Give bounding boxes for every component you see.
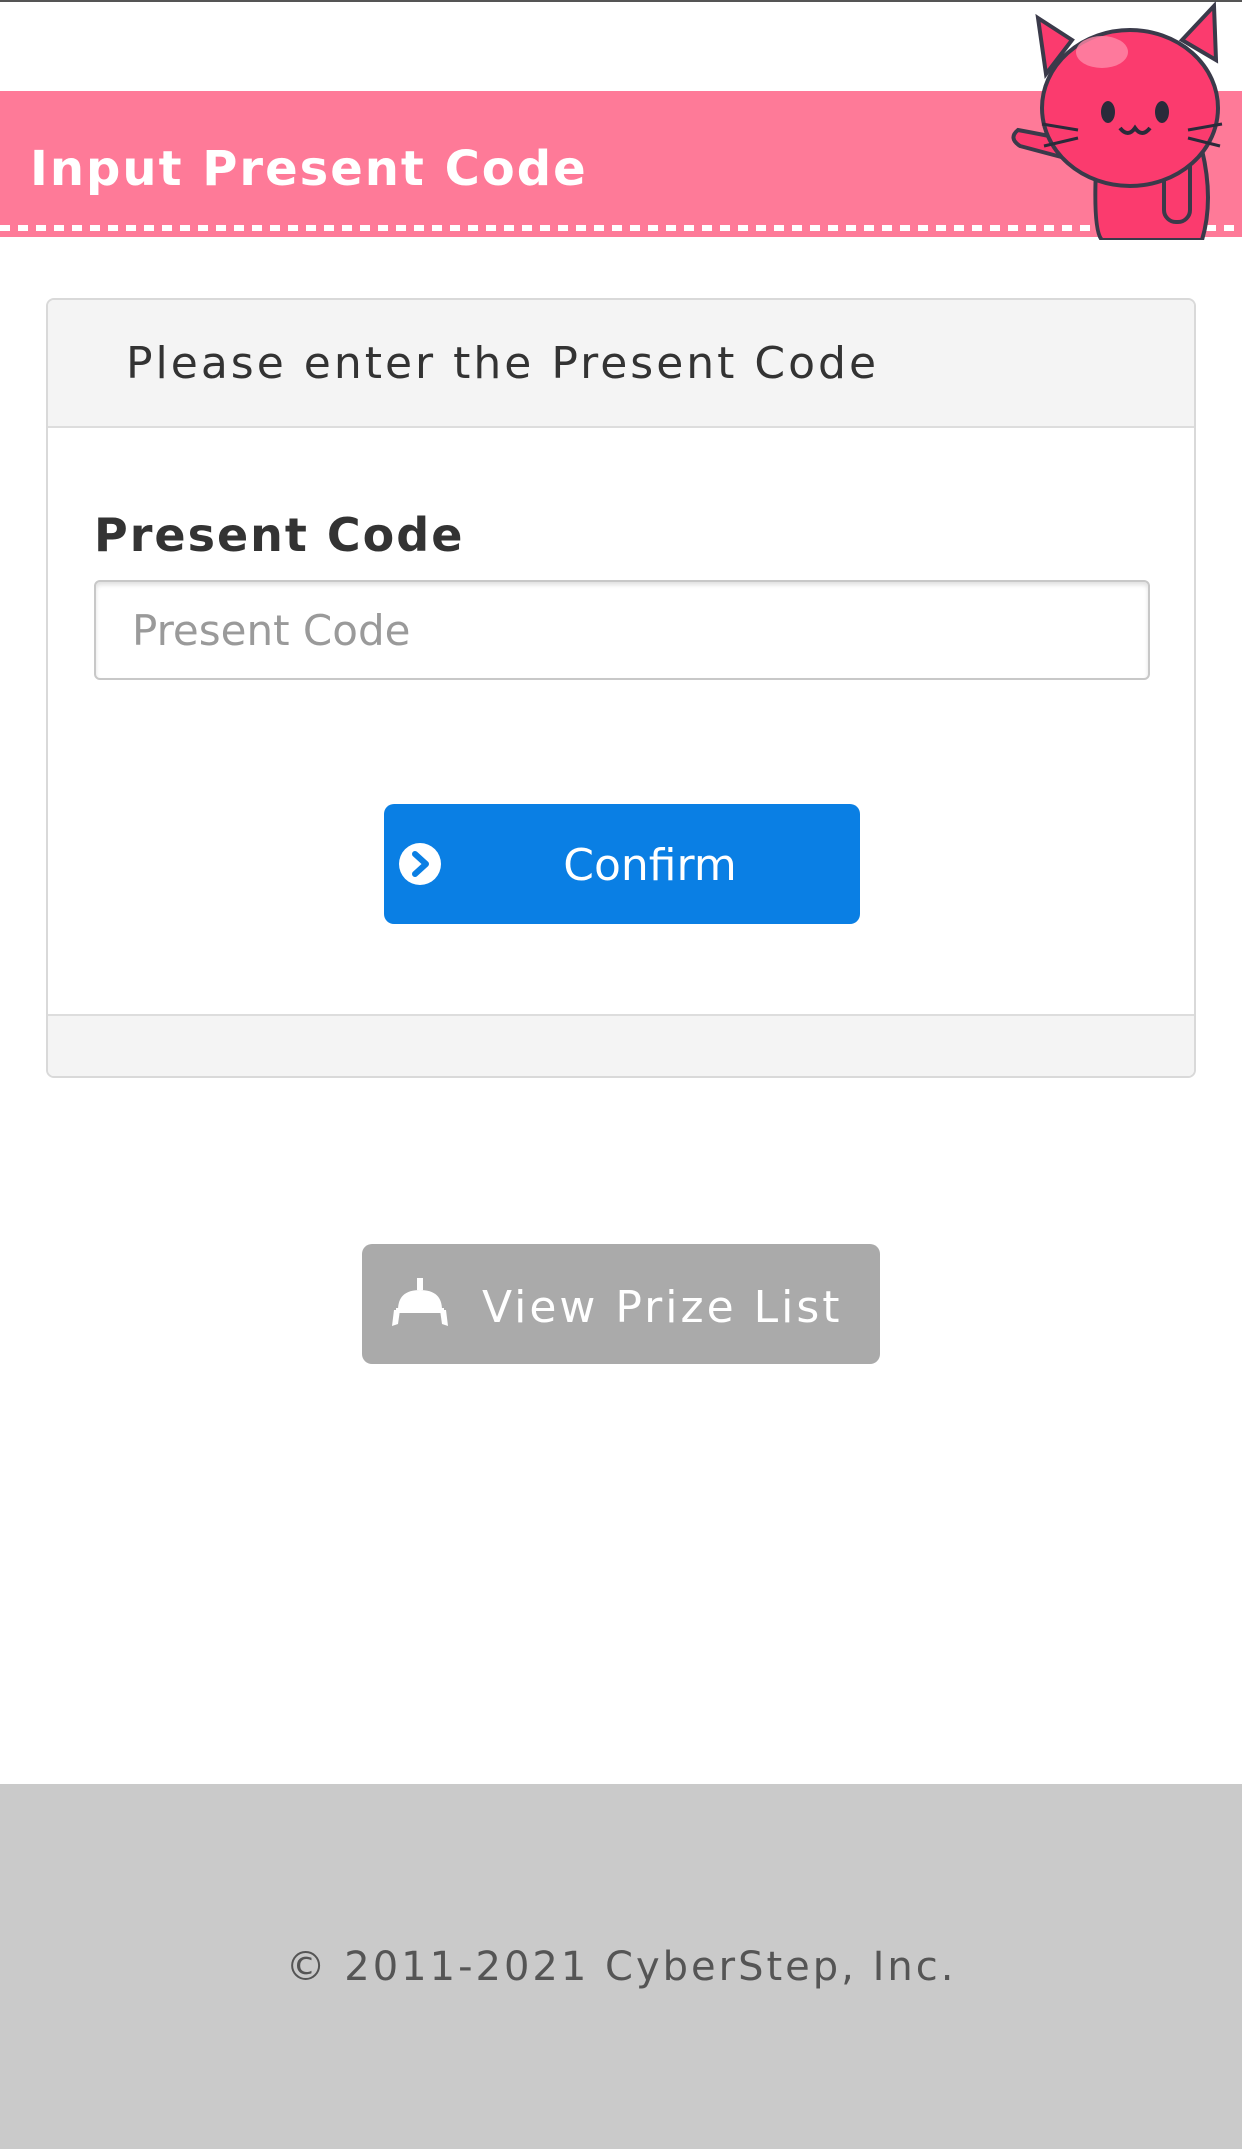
- crane-claw-icon: [392, 1278, 448, 1326]
- confirm-button[interactable]: Confirm: [384, 804, 860, 924]
- footer: © 2011-2021 CyberStep, Inc.: [0, 1784, 1242, 2149]
- panel-heading: Please enter the Present Code: [126, 337, 880, 389]
- cat-mascot-icon: [1011, 1, 1223, 240]
- panel-header: Please enter the Present Code: [48, 300, 1194, 428]
- page-title: Input Present Code: [30, 141, 588, 197]
- copyright-text: © 2011-2021 CyberStep, Inc.: [285, 1944, 957, 1990]
- present-code-panel: Please enter the Present Code Present Co…: [46, 298, 1196, 1078]
- confirm-label: Confirm: [563, 840, 737, 891]
- present-code-input[interactable]: [94, 580, 1150, 680]
- panel-body: Present Code Confirm: [48, 428, 1194, 1014]
- view-prize-list-button[interactable]: View Prize List: [362, 1244, 880, 1364]
- panel-footer: [48, 1014, 1194, 1076]
- page: Input Present Code Please enter the Pres…: [0, 0, 1242, 2149]
- view-prize-list-label: View Prize List: [482, 1282, 843, 1333]
- present-code-label: Present Code: [94, 508, 465, 562]
